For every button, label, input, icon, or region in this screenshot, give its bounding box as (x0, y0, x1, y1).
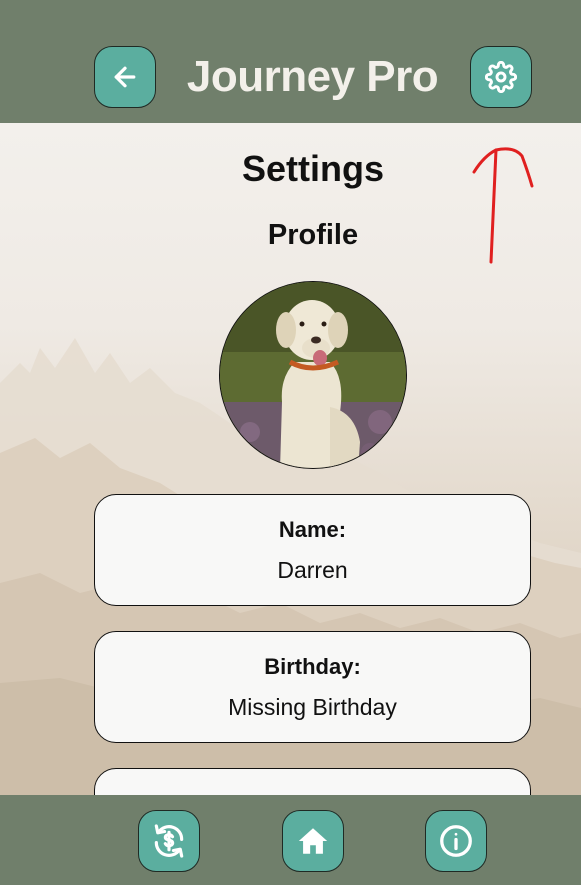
info-icon (440, 825, 472, 857)
home-icon (298, 828, 328, 854)
red-arrow-annotation (472, 147, 534, 264)
back-button[interactable] (94, 46, 156, 108)
app-header: Journey Pro (0, 0, 581, 123)
birthday-label: Birthday: (264, 654, 361, 679)
sync-button[interactable] (138, 810, 200, 872)
settings-button[interactable] (470, 46, 532, 108)
dog-photo (220, 282, 406, 468)
name-value: Darren (277, 557, 348, 583)
avatar[interactable] (219, 281, 407, 469)
birthday-value: Missing Birthday (228, 694, 397, 720)
home-button[interactable] (282, 810, 344, 872)
gear-icon (485, 61, 517, 93)
sync-dollar-icon (154, 824, 184, 858)
name-label: Name: (278, 517, 347, 542)
app-title: Journey Pro (186, 52, 439, 101)
info-button[interactable] (425, 810, 487, 872)
birthday-field-card[interactable]: Birthday: Missing Birthday (94, 631, 531, 743)
name-field-card[interactable]: Name: Darren (94, 494, 531, 606)
arrow-left-icon (114, 66, 136, 88)
